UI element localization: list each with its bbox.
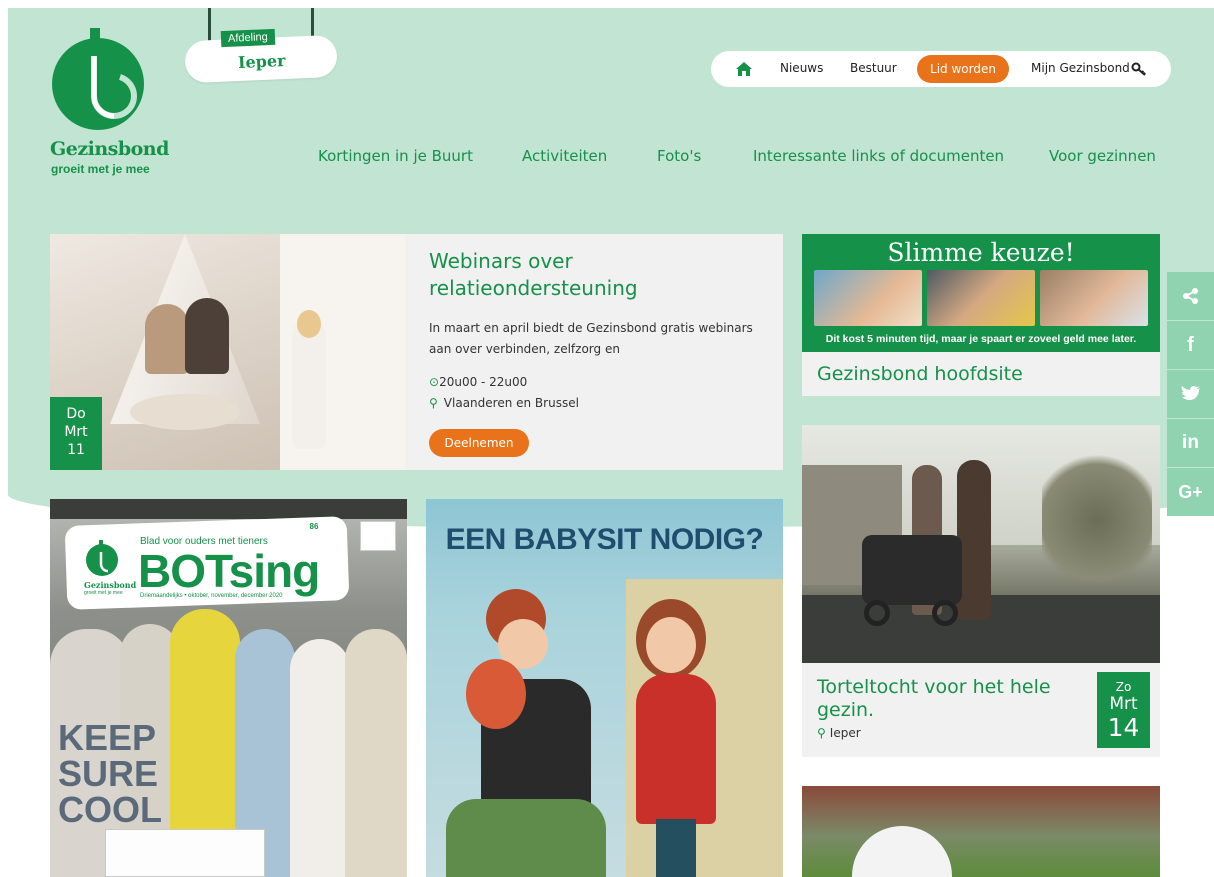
share-icon[interactable] xyxy=(1167,272,1214,320)
nav-fotos[interactable]: Foto's xyxy=(657,147,701,165)
stroller xyxy=(862,535,962,605)
date-day: Do xyxy=(66,406,86,422)
location-text: Vlaanderen en Brussel xyxy=(443,396,579,410)
white-hat xyxy=(852,826,952,877)
cartoon-woman-body xyxy=(636,674,716,824)
child-figure xyxy=(292,319,326,449)
date-number: 14 xyxy=(1107,713,1140,742)
cartoon-woman-face xyxy=(646,617,696,673)
map-pin-icon: ⚲ xyxy=(817,726,826,740)
shirt-text: KEEP SURE COOL xyxy=(58,720,168,828)
cartoon-kids xyxy=(446,799,606,877)
time-text: 20u00 - 22u00 xyxy=(439,375,528,389)
nav-nieuws[interactable]: Nieuws xyxy=(780,61,823,75)
torteltocht-date-badge: Zo Mrt 14 xyxy=(1097,672,1150,748)
linkedin-icon[interactable]: in xyxy=(1167,419,1214,467)
clock-icon: ⊙ xyxy=(429,375,440,389)
teen-5 xyxy=(290,639,350,877)
slimme-keuze-title: Slimme keuze! xyxy=(887,238,1075,267)
nav-activiteiten[interactable]: Activiteiten xyxy=(522,147,607,165)
slimme-keuze-subtitle: Dit kost 5 minuten tijd, maar je spaart … xyxy=(825,333,1137,345)
cartoon-baby xyxy=(466,659,526,729)
facebook-icon[interactable]: f xyxy=(1167,321,1214,369)
featured-event-title[interactable]: Webinars over relatieondersteuning xyxy=(429,248,749,302)
date-day: Zo xyxy=(1115,680,1132,694)
nav-interessante-links[interactable]: Interessante links of documenten xyxy=(753,147,1004,165)
botsing-logo-icon xyxy=(86,540,118,576)
key-icon[interactable] xyxy=(1131,61,1147,77)
featured-event-image[interactable] xyxy=(50,234,405,470)
deelnemen-button[interactable]: Deelnemen xyxy=(429,429,529,457)
parent-figure-2 xyxy=(185,298,229,374)
torteltocht-location: ⚲ Ieper xyxy=(817,726,861,740)
nav-kortingen[interactable]: Kortingen in je Buurt xyxy=(318,147,473,165)
torteltocht-title[interactable]: Torteltocht voor het hele gezin. xyxy=(817,676,1077,722)
featured-event-description: In maart en april biedt de Gezinsbond gr… xyxy=(429,321,753,356)
botsing-logo-name: Gezinsbond xyxy=(84,580,137,590)
cover-top-strip xyxy=(50,499,407,519)
banner-photo-3 xyxy=(1040,270,1148,326)
featured-event-location: ⚲ Vlaanderen en Brussel xyxy=(429,396,579,410)
cartoon-woman-legs xyxy=(656,819,696,877)
postage-stamp xyxy=(360,521,396,551)
lid-worden-button[interactable]: Lid worden xyxy=(917,55,1009,83)
date-month: Mrt xyxy=(64,424,88,440)
botsing-edition: Driemaandelijks • oktober, november, dec… xyxy=(140,593,283,599)
wheel-2 xyxy=(932,600,958,626)
nav-bestuur[interactable]: Bestuur xyxy=(850,61,897,75)
botsing-title: BOTsing xyxy=(138,545,320,597)
twitter-icon[interactable] xyxy=(1167,370,1214,418)
nav-mijn-gezinsbond[interactable]: Mijn Gezinsbond xyxy=(1031,61,1130,75)
featured-date-badge: Do Mrt 11 xyxy=(50,397,102,470)
wheel-1 xyxy=(864,600,890,626)
featured-event-time: ⊙20u00 - 22u00 xyxy=(429,375,527,389)
tree xyxy=(1042,445,1152,595)
top-navigation: Nieuws Bestuur Lid worden Mijn Gezinsbon… xyxy=(711,51,1171,87)
person-2 xyxy=(957,460,991,620)
googleplus-icon[interactable]: G+ xyxy=(1167,468,1214,516)
date-number: 11 xyxy=(67,442,85,458)
home-icon[interactable] xyxy=(735,61,753,77)
child-head xyxy=(297,310,321,338)
teen-6 xyxy=(345,629,407,877)
nav-voor-gezinnen[interactable]: Voor gezinnen xyxy=(1049,147,1156,165)
notebook xyxy=(105,829,265,877)
shirt-slogan: KEEP SURE COOL xyxy=(58,717,162,830)
torteltocht-image[interactable] xyxy=(802,425,1160,663)
banner-photo-1 xyxy=(814,270,922,326)
banner-photo-2 xyxy=(927,270,1035,326)
afdeling-label: Afdeling xyxy=(220,28,276,48)
rug xyxy=(130,394,240,430)
location-text: Ieper xyxy=(829,726,861,740)
botsing-logo-tagline: groeit met je mee xyxy=(84,590,123,596)
logo-wordmark: Gezinsbond xyxy=(50,138,169,160)
child-photo[interactable] xyxy=(802,786,1160,877)
botsing-issue-number: 86 xyxy=(302,520,326,534)
gezinsbond-logo[interactable] xyxy=(50,26,160,134)
logo-tagline: groeit met je mee xyxy=(51,162,150,176)
date-month: Mrt xyxy=(1109,694,1138,714)
afdeling-city: Ieper xyxy=(237,50,286,73)
map-pin-icon: ⚲ xyxy=(429,396,438,410)
babysit-title: EEN BABYSIT NODIG? xyxy=(445,523,764,556)
slimme-keuze-banner[interactable]: Slimme keuze! Dit kost 5 minuten tijd, m… xyxy=(802,234,1160,352)
parent-figure xyxy=(145,304,189,374)
hoofdsite-link[interactable]: Gezinsbond hoofdsite xyxy=(817,363,1023,385)
